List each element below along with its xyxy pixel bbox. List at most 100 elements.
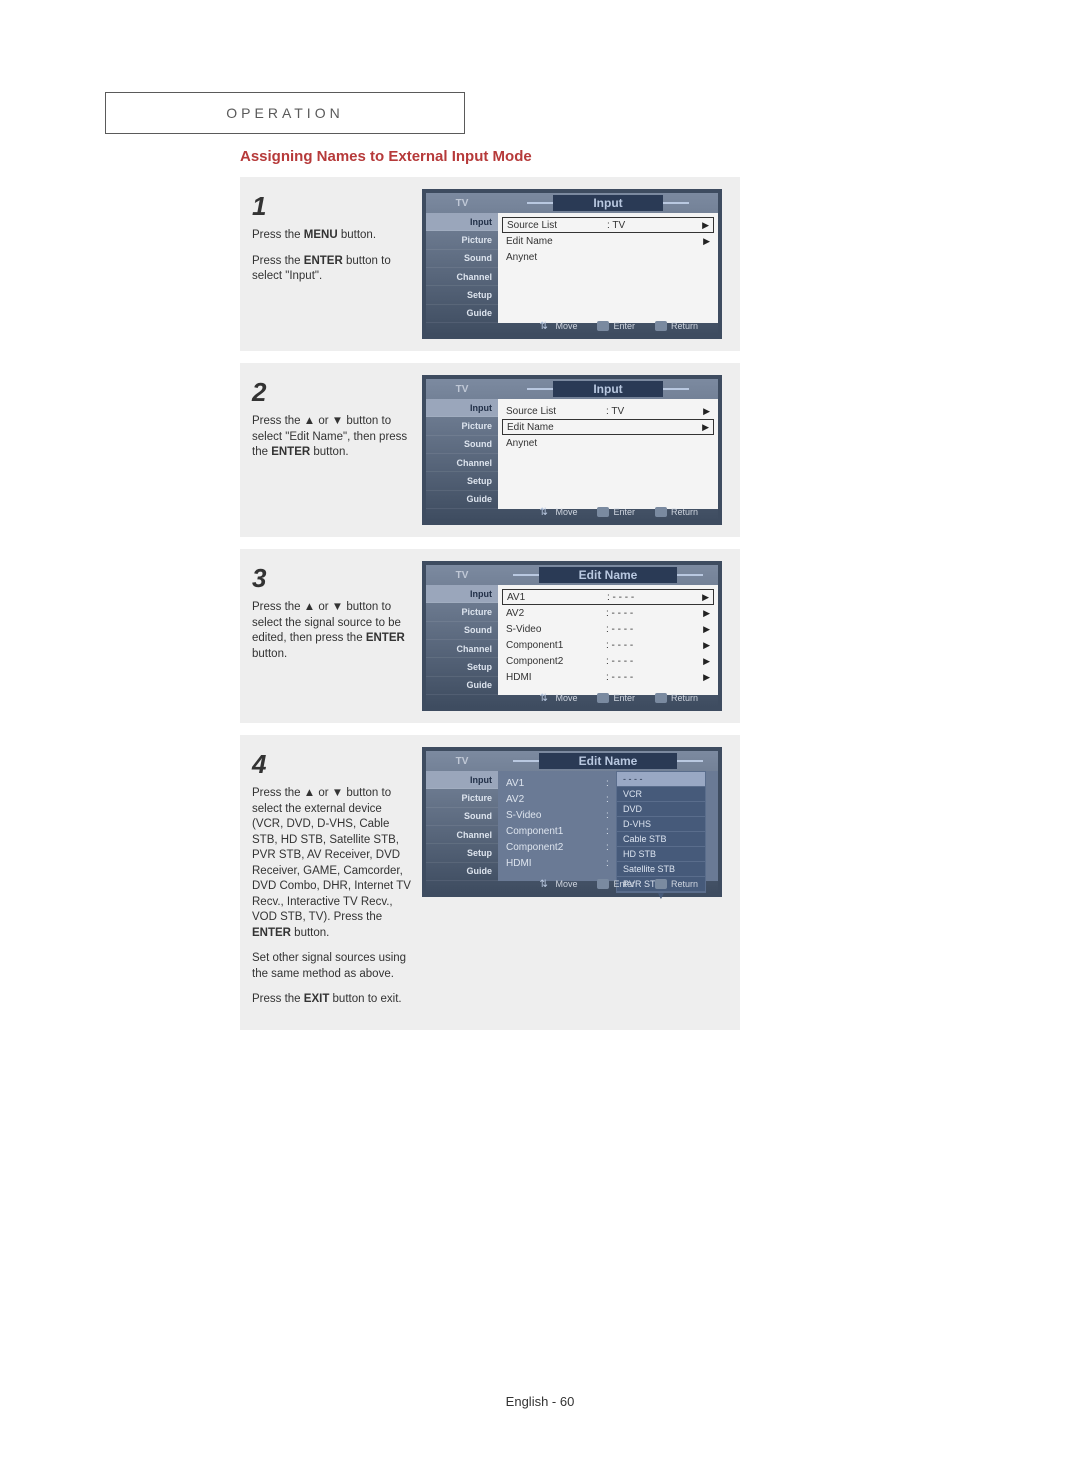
osd-screenshot: TVInputInputPictureSoundChannelSetupGuid… <box>422 189 722 339</box>
osd-footer-label: Move <box>555 693 577 703</box>
osd-tab-channel[interactable]: Channel <box>426 826 498 844</box>
step-text-span: Press the <box>252 229 304 241</box>
osd-row-label: Source List <box>507 220 607 231</box>
osd-row-label: Anynet <box>506 252 606 263</box>
step-paragraph: Press the EXIT button to exit. <box>252 992 412 1008</box>
step-paragraph: Press the ▲ or ▼ button to select the si… <box>252 600 412 662</box>
osd-row-label: HDMI <box>506 672 606 683</box>
chevron-right-icon: ▶ <box>703 624 710 635</box>
osd-tab-sound[interactable]: Sound <box>426 622 498 640</box>
step-text-span: ENTER <box>366 632 405 644</box>
chevron-right-icon: ▶ <box>703 656 710 667</box>
chevron-right-icon: ▶ <box>703 672 710 683</box>
osd-tab-input[interactable]: Input <box>426 771 498 789</box>
osd-row-label: HDMI <box>506 858 606 869</box>
osd-footer-label: Return <box>671 879 698 889</box>
osd-row[interactable]: Edit Name▶ <box>502 419 714 435</box>
osd-row[interactable]: Component2: - - - -▶ <box>502 653 714 669</box>
osd-row[interactable]: S-Video: - - - - ▶ <box>502 621 714 637</box>
osd-row-label: S-Video <box>506 810 606 821</box>
osd-tab-picture[interactable]: Picture <box>426 231 498 249</box>
step-text-span: button. <box>252 648 287 660</box>
osd-tab-picture[interactable]: Picture <box>426 603 498 621</box>
step-text-span: button to exit. <box>329 993 401 1005</box>
osd-row[interactable]: Source List: TV▶ <box>502 217 714 233</box>
dropdown-item[interactable]: VCR <box>617 787 705 802</box>
osd-row-value: : - - - - <box>607 592 677 603</box>
move-icon <box>539 321 551 331</box>
osd-row[interactable]: Source List: TV▶ <box>502 403 714 419</box>
osd-tab-setup[interactable]: Setup <box>426 286 498 304</box>
osd-row-label: Anynet <box>506 438 606 449</box>
osd-footer-label: Move <box>555 507 577 517</box>
osd-row[interactable]: Anynet <box>502 249 714 265</box>
osd-footer-label: Return <box>671 693 698 703</box>
page-footer: English - 60 <box>0 1394 1080 1409</box>
osd-row[interactable]: AV1: - - - - ▶ <box>502 589 714 605</box>
chapter-heading: OPERATION <box>105 92 465 134</box>
osd-screenshot: TVEdit NameInputPictureSoundChannelSetup… <box>422 561 722 711</box>
osd-row-label: Component1 <box>506 640 606 651</box>
step-text-span: button. <box>338 229 376 241</box>
dropdown-item[interactable]: HD STB <box>617 847 705 862</box>
osd-row-label: AV2 <box>506 794 606 805</box>
osd-footer-label: Enter <box>613 321 635 331</box>
osd-tab-setup[interactable]: Setup <box>426 844 498 862</box>
osd-row[interactable]: AV2: - - - -▶ <box>502 605 714 621</box>
step-number: 3 <box>252 561 412 596</box>
osd-tab-channel[interactable]: Channel <box>426 454 498 472</box>
osd-tab-channel[interactable]: Channel <box>426 640 498 658</box>
chevron-right-icon: ▶ <box>703 608 710 619</box>
osd-tab-input[interactable]: Input <box>426 399 498 417</box>
osd-panel: AV1: - - - -▶AV2: - - - -▶S-Video: - - -… <box>498 585 718 695</box>
instruction-step: 4Press the ▲ or ▼ button to select the e… <box>240 735 740 1030</box>
osd-tab-setup[interactable]: Setup <box>426 472 498 490</box>
osd-row-label: S-Video <box>506 624 606 635</box>
step-text-span: ENTER <box>304 255 343 267</box>
osd-row-value: : TV <box>607 220 677 231</box>
osd-tab-sound[interactable]: Sound <box>426 250 498 268</box>
osd-row[interactable]: Anynet <box>502 435 714 451</box>
chevron-right-icon: ▶ <box>703 640 710 651</box>
osd-row-value: : - - - - <box>606 624 676 635</box>
step-number: 4 <box>252 747 412 782</box>
step-number: 2 <box>252 375 412 410</box>
step-text-span: EXIT <box>304 993 330 1005</box>
osd-tab-input[interactable]: Input <box>426 213 498 231</box>
osd-tab-channel[interactable]: Channel <box>426 268 498 286</box>
osd-tab-picture[interactable]: Picture <box>426 417 498 435</box>
osd-footer-label: Enter <box>613 879 635 889</box>
osd-row-label: Component2 <box>506 656 606 667</box>
osd-tab-sound[interactable]: Sound <box>426 436 498 454</box>
return-icon <box>655 321 667 331</box>
step-text-span: ENTER <box>252 927 291 939</box>
osd-footer-label: Move <box>555 321 577 331</box>
dropdown-item[interactable]: Cable STB <box>617 832 705 847</box>
enter-icon <box>597 321 609 331</box>
chevron-right-icon: ▶ <box>702 592 709 603</box>
osd-footer: MoveEnterReturn <box>426 875 718 893</box>
osd-tab-picture[interactable]: Picture <box>426 789 498 807</box>
osd-row-label: AV1 <box>507 592 607 603</box>
dropdown-item[interactable]: D-VHS <box>617 817 705 832</box>
osd-row[interactable]: Component1: - - - -▶ <box>502 637 714 653</box>
osd-row-label: Source List <box>506 406 606 417</box>
osd-tab-input[interactable]: Input <box>426 585 498 603</box>
return-icon <box>655 693 667 703</box>
dropdown-item[interactable]: - - - - <box>617 772 705 787</box>
osd-row-value: : - - - - <box>606 672 676 683</box>
step-text-span: Press the <box>252 993 304 1005</box>
dropdown-item[interactable]: DVD <box>617 802 705 817</box>
osd-footer-label: Enter <box>613 693 635 703</box>
move-icon <box>539 693 551 703</box>
osd-row[interactable]: HDMI: - - - - ▶ <box>502 669 714 685</box>
osd-panel: AV1:AV2:S-Video:Component1:Component2:HD… <box>498 771 718 881</box>
osd-tab-setup[interactable]: Setup <box>426 658 498 676</box>
osd-tab-sound[interactable]: Sound <box>426 808 498 826</box>
step-text-span: button. <box>310 446 348 458</box>
osd-footer-label: Return <box>671 507 698 517</box>
osd-title: Edit Name <box>539 753 678 769</box>
osd-screenshot: TVInputInputPictureSoundChannelSetupGuid… <box>422 375 722 525</box>
osd-row[interactable]: Edit Name▶ <box>502 233 714 249</box>
instruction-step: 3 Press the ▲ or ▼ button to select the s… <box>240 549 740 723</box>
